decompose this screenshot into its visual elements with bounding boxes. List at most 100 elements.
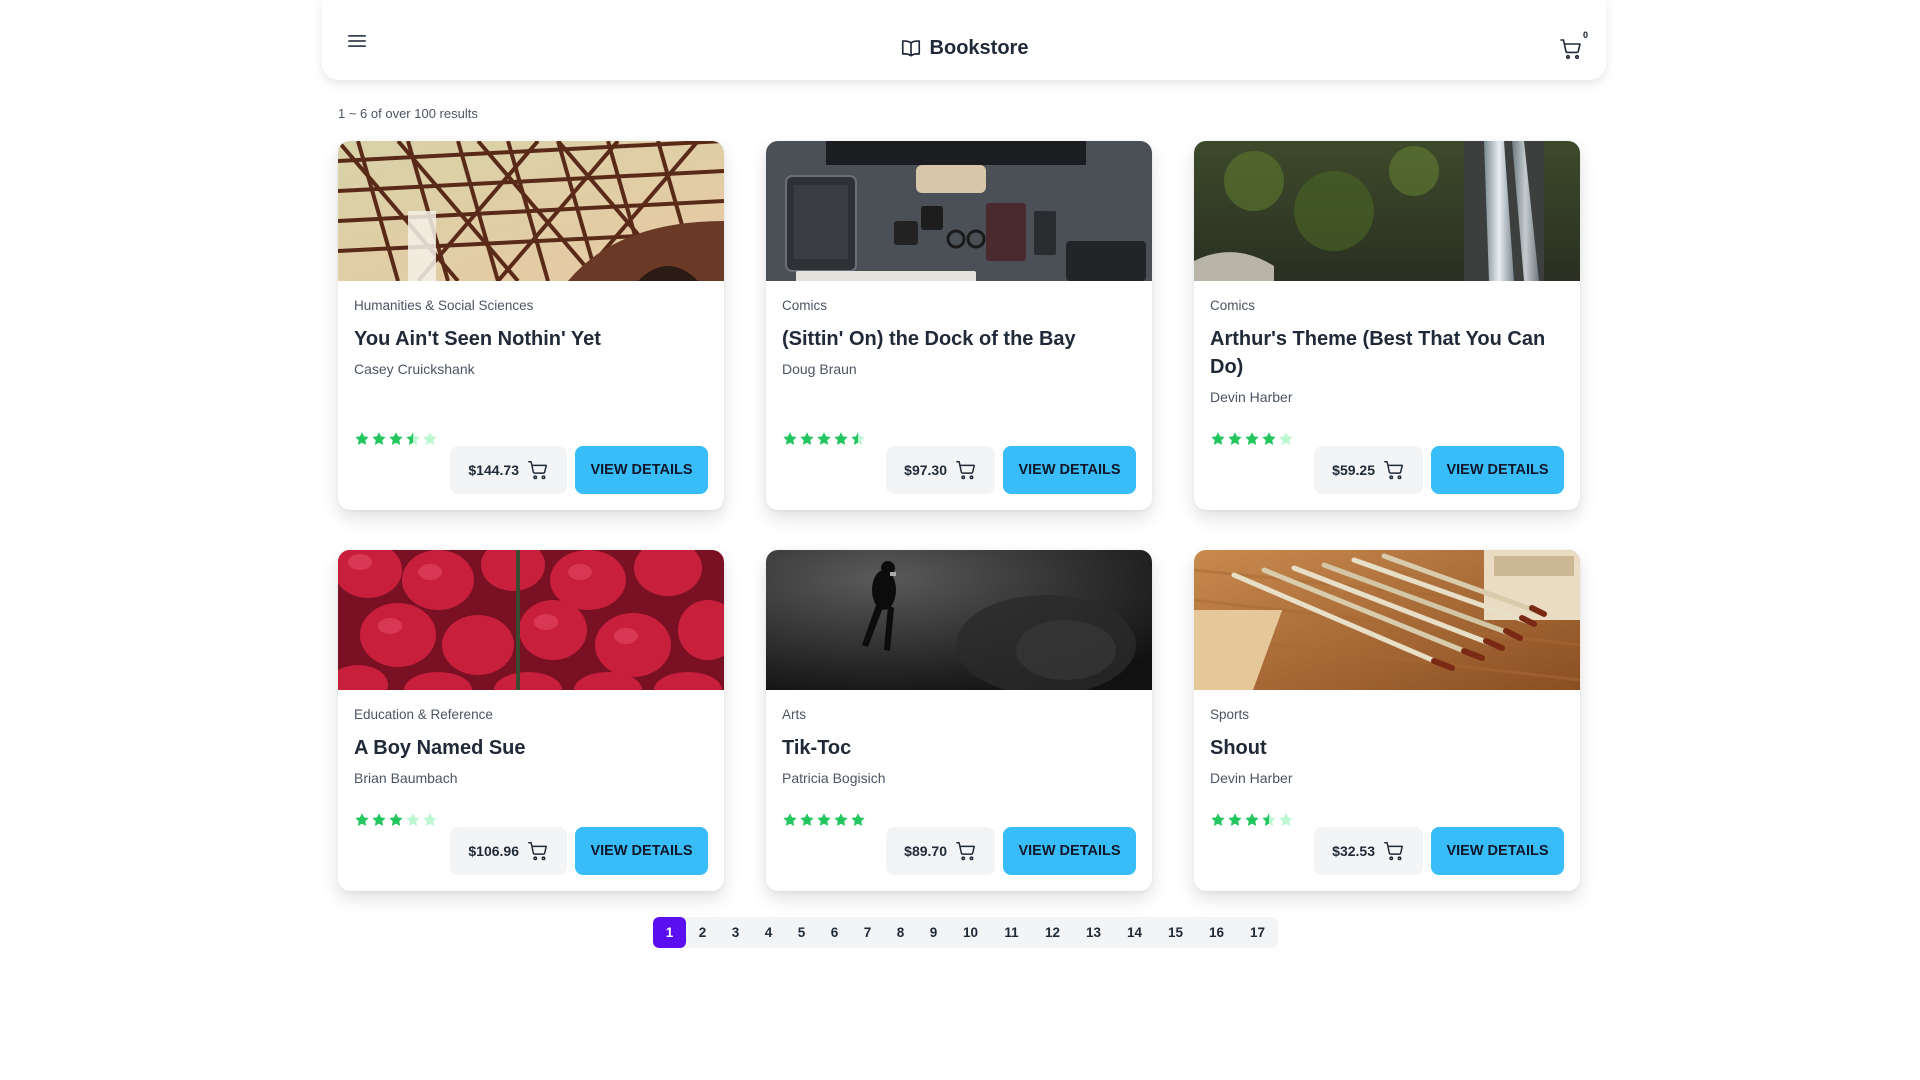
book-card: Arts Tik-Toc Patricia Bogisich $89.70 VI… xyxy=(766,550,1152,891)
view-details-button[interactable]: VIEW DETAILS xyxy=(575,827,708,875)
page-button[interactable]: 9 xyxy=(917,917,950,948)
rating-stars xyxy=(1210,812,1294,828)
star-filled-icon xyxy=(817,432,831,445)
star-filled-icon xyxy=(1211,432,1225,445)
page-button[interactable]: 2 xyxy=(686,917,719,948)
cart-icon xyxy=(1384,461,1403,480)
add-to-cart-button[interactable]: $89.70 xyxy=(886,827,995,875)
star-filled-icon xyxy=(834,432,848,445)
book-title[interactable]: Shout xyxy=(1210,734,1564,762)
star-filled-icon xyxy=(355,813,369,826)
book-category: Humanities & Social Sciences xyxy=(354,298,534,313)
book-cover-image[interactable] xyxy=(338,550,724,690)
book-category: Arts xyxy=(782,707,807,722)
book-cover-image[interactable] xyxy=(766,550,1152,690)
page-button[interactable]: 4 xyxy=(752,917,785,948)
pagination: 1 2 3 4 5 6 7 8 9 10 11 12 13 14 15 16 17 xyxy=(653,917,1278,948)
brand-title: Bookstore xyxy=(929,36,1029,59)
book-category: Sports xyxy=(1210,707,1250,722)
rating-stars xyxy=(354,812,438,828)
page-button[interactable]: 7 xyxy=(851,917,884,948)
cart-count-badge: 0 xyxy=(1582,30,1588,40)
book-author: Devin Harber xyxy=(1210,770,1293,786)
view-details-button[interactable]: VIEW DETAILS xyxy=(575,446,708,494)
page-button[interactable]: 16 xyxy=(1196,917,1237,948)
star-filled-icon xyxy=(355,432,369,445)
brand-logo[interactable]: Bookstore xyxy=(322,0,1606,96)
book-cover-image[interactable] xyxy=(338,141,724,281)
cart-button[interactable]: 0 xyxy=(1556,30,1588,64)
page-button[interactable]: 8 xyxy=(884,917,917,948)
page-button[interactable]: 14 xyxy=(1114,917,1155,948)
add-to-cart-button[interactable]: $97.30 xyxy=(886,446,995,494)
star-filled-icon xyxy=(783,813,797,826)
star-filled-icon xyxy=(1228,813,1242,826)
page-button[interactable]: 12 xyxy=(1032,917,1073,948)
book-category: Comics xyxy=(782,298,828,313)
book-open-icon xyxy=(901,40,920,57)
add-to-cart-button[interactable]: $59.25 xyxy=(1314,446,1423,494)
book-title[interactable]: (Sittin' On) the Dock of the Bay xyxy=(782,325,1136,353)
page-button[interactable]: 13 xyxy=(1073,917,1114,948)
view-details-button[interactable]: VIEW DETAILS xyxy=(1003,827,1136,875)
page-button[interactable]: 10 xyxy=(950,917,991,948)
book-cover-image[interactable] xyxy=(1194,550,1580,690)
book-cover-image[interactable] xyxy=(766,141,1152,281)
star-half-icon xyxy=(851,432,865,445)
page-button[interactable]: 1 xyxy=(653,917,686,948)
star-filled-icon xyxy=(800,432,814,445)
book-title[interactable]: Tik-Toc xyxy=(782,734,1136,762)
page-button[interactable]: 5 xyxy=(785,917,818,948)
star-empty-icon xyxy=(1279,432,1293,445)
book-title[interactable]: A Boy Named Sue xyxy=(354,734,708,762)
star-filled-icon xyxy=(389,432,403,445)
star-filled-icon xyxy=(1262,432,1276,445)
book-price: $106.96 xyxy=(468,843,519,859)
results-count: 1 ~ 6 of over 100 results xyxy=(338,106,478,121)
star-filled-icon xyxy=(372,432,386,445)
cart-icon xyxy=(528,461,547,480)
star-filled-icon xyxy=(817,813,831,826)
add-to-cart-button[interactable]: $106.96 xyxy=(450,827,567,875)
book-card: Humanities & Social Sciences You Ain't S… xyxy=(338,141,724,510)
star-empty-icon xyxy=(1279,813,1293,826)
book-category: Comics xyxy=(1210,298,1256,313)
star-filled-icon xyxy=(834,813,848,826)
view-details-button[interactable]: VIEW DETAILS xyxy=(1431,446,1564,494)
add-to-cart-button[interactable]: $144.73 xyxy=(450,446,567,494)
book-price: $89.70 xyxy=(904,843,947,859)
navbar: Bookstore 0 xyxy=(322,0,1606,80)
book-author: Patricia Bogisich xyxy=(782,770,886,786)
star-filled-icon xyxy=(1245,813,1259,826)
book-card: Sports Shout Devin Harber $32.53 VIEW DE… xyxy=(1194,550,1580,891)
star-empty-icon xyxy=(423,813,437,826)
book-card: Comics (Sittin' On) the Dock of the Bay … xyxy=(766,141,1152,510)
book-cover-image[interactable] xyxy=(1194,141,1580,281)
star-half-icon xyxy=(406,432,420,445)
page-button[interactable]: 6 xyxy=(818,917,851,948)
book-title[interactable]: Arthur's Theme (Best That You Can Do) xyxy=(1210,325,1564,381)
book-title[interactable]: You Ain't Seen Nothin' Yet xyxy=(354,325,708,353)
add-to-cart-button[interactable]: $32.53 xyxy=(1314,827,1423,875)
page-button[interactable]: 3 xyxy=(719,917,752,948)
book-author: Devin Harber xyxy=(1210,389,1293,405)
view-details-button[interactable]: VIEW DETAILS xyxy=(1003,446,1136,494)
page-button[interactable]: 11 xyxy=(991,917,1032,948)
rating-stars xyxy=(782,431,866,447)
book-author: Brian Baumbach xyxy=(354,770,458,786)
book-price: $97.30 xyxy=(904,462,947,478)
star-filled-icon xyxy=(389,813,403,826)
cart-icon xyxy=(956,842,975,861)
star-filled-icon xyxy=(851,813,865,826)
star-filled-icon xyxy=(800,813,814,826)
page-button[interactable]: 17 xyxy=(1237,917,1278,948)
book-author: Doug Braun xyxy=(782,361,857,377)
view-details-button[interactable]: VIEW DETAILS xyxy=(1431,827,1564,875)
star-empty-icon xyxy=(423,432,437,445)
rating-stars xyxy=(1210,431,1294,447)
book-price: $32.53 xyxy=(1332,843,1375,859)
cart-icon xyxy=(1384,842,1403,861)
page-button[interactable]: 15 xyxy=(1155,917,1196,948)
cart-icon xyxy=(528,842,547,861)
star-filled-icon xyxy=(1211,813,1225,826)
